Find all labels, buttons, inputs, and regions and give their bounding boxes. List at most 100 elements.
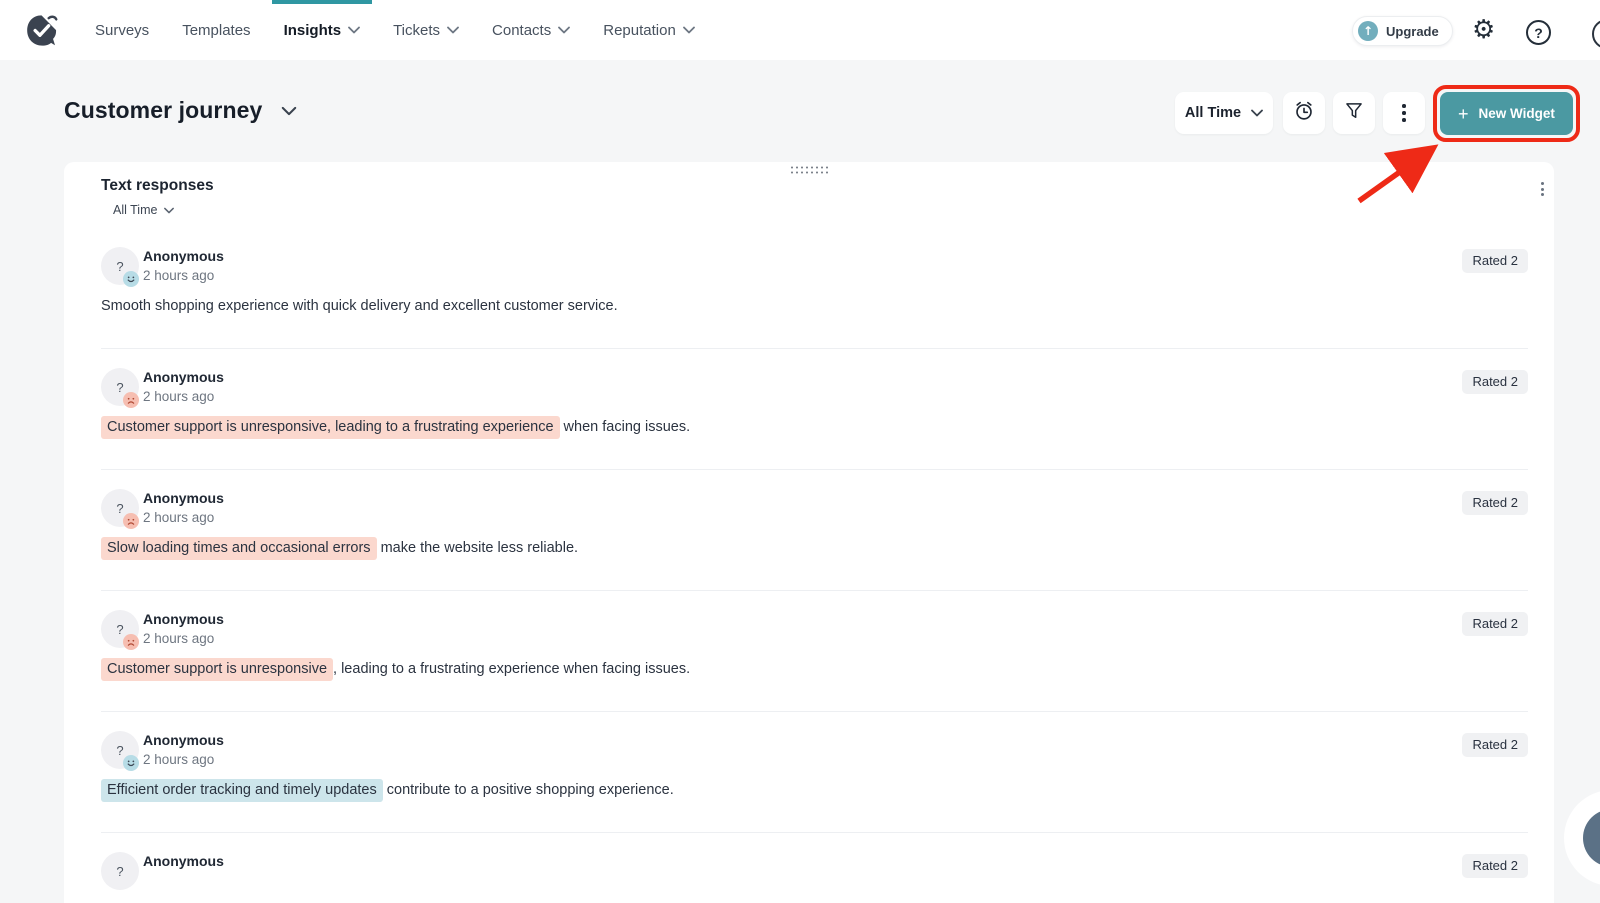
response-timestamp: 2 hours ago xyxy=(143,752,215,767)
rated-badge: Rated 2 xyxy=(1462,854,1528,878)
plus-icon: + xyxy=(1458,103,1469,124)
dashboard-title-dropdown[interactable]: Customer journey xyxy=(64,97,297,124)
response-text-segment: make the website less reliable. xyxy=(376,540,579,556)
response-item: ? Anonymous 2 hours ago Rated 2 Efficien… xyxy=(101,712,1528,833)
avatar: ? xyxy=(101,489,139,529)
response-text-segment: Smooth shopping experience with quick de… xyxy=(101,298,618,314)
upgrade-button[interactable]: ↑ Upgrade xyxy=(1352,16,1453,46)
respondent-name: Anonymous xyxy=(143,369,224,385)
response-text-segment: contribute to a positive shopping experi… xyxy=(382,782,674,798)
nav-partial-button[interactable] xyxy=(1592,19,1600,49)
nav-item-contacts[interactable]: Contacts xyxy=(490,0,572,60)
avatar: ? xyxy=(101,247,139,287)
respondent-name: Anonymous xyxy=(143,853,224,869)
nav-item-insights[interactable]: Insights xyxy=(271,0,372,60)
sentiment-emoji-icon xyxy=(123,271,139,287)
response-item: ? Anonymous 2 hours ago Rated 2 Smooth s… xyxy=(101,228,1528,349)
widget-title: Text responses xyxy=(101,177,214,194)
response-timestamp: 2 hours ago xyxy=(143,389,215,404)
avatar: ? xyxy=(101,368,139,408)
response-text: Efficient order tracking and timely upda… xyxy=(101,779,1528,802)
chevron-down-icon xyxy=(348,26,360,34)
response-item: ? Anonymous 2 hours ago Rated 2 Customer… xyxy=(101,349,1528,470)
drag-handle-icon[interactable] xyxy=(789,165,829,175)
rated-badge: Rated 2 xyxy=(1462,491,1528,515)
nav-item-reputation[interactable]: Reputation xyxy=(601,0,697,60)
response-text: Slow loading times and occasional errors… xyxy=(101,537,1528,560)
new-widget-label: New Widget xyxy=(1478,106,1555,121)
avatar-placeholder: ? xyxy=(116,258,124,274)
avatar: ? xyxy=(101,852,139,890)
time-filter-value: All Time xyxy=(1184,105,1242,121)
response-text-segment: Efficient order tracking and timely upda… xyxy=(101,779,383,802)
nav-item-templates[interactable]: Templates xyxy=(180,0,252,60)
rated-badge: Rated 2 xyxy=(1462,370,1528,394)
avatar: ? xyxy=(101,731,139,771)
top-nav: Surveys Templates Insights Tickets Conta… xyxy=(0,0,1600,60)
surveysparrow-logo-icon[interactable] xyxy=(24,13,59,48)
avatar-placeholder: ? xyxy=(116,500,124,516)
help-icon[interactable]: ? xyxy=(1526,20,1551,45)
rated-badge: Rated 2 xyxy=(1462,249,1528,273)
response-timestamp: 2 hours ago xyxy=(143,510,215,525)
sentiment-emoji-icon xyxy=(123,755,139,771)
text-responses-widget: Text responses All Time ? Anonymous 2 ho… xyxy=(64,162,1554,903)
avatar-placeholder: ? xyxy=(116,379,124,395)
new-widget-button[interactable]: + New Widget xyxy=(1440,92,1573,135)
chevron-down-icon xyxy=(447,26,459,34)
chevron-down-icon xyxy=(558,26,571,34)
nav-item-surveys[interactable]: Surveys xyxy=(93,0,151,60)
more-options-button[interactable] xyxy=(1383,92,1425,134)
response-text-segment: Customer support is unresponsive xyxy=(101,658,334,681)
response-item: ? Anonymous Rated 2 xyxy=(101,833,1528,903)
response-text-segment: Slow loading times and occasional errors xyxy=(101,537,377,560)
chevron-down-icon xyxy=(281,106,297,116)
avatar-placeholder: ? xyxy=(116,621,124,637)
response-text-segment: when facing issues. xyxy=(559,419,691,435)
nav-item-tickets[interactable]: Tickets xyxy=(391,0,461,60)
rated-badge: Rated 2 xyxy=(1462,612,1528,636)
sentiment-emoji-icon xyxy=(123,513,139,529)
nav-item-label: Tickets xyxy=(393,21,441,39)
main-nav: Surveys Templates Insights Tickets Conta… xyxy=(93,0,697,60)
rated-badge: Rated 2 xyxy=(1462,733,1528,757)
schedule-button[interactable] xyxy=(1283,92,1325,134)
nav-item-label: Insights xyxy=(283,21,342,39)
filter-button[interactable] xyxy=(1333,92,1375,134)
chevron-down-icon xyxy=(164,207,175,214)
nav-item-label: Templates xyxy=(182,21,251,39)
response-timestamp: 2 hours ago xyxy=(143,631,215,646)
response-text-segment: , leading to a frustrating experience wh… xyxy=(333,661,691,677)
upgrade-label: Upgrade xyxy=(1386,23,1439,39)
response-text: Smooth shopping experience with quick de… xyxy=(101,295,1528,318)
avatar-placeholder: ? xyxy=(116,742,124,758)
responses-list: ? Anonymous 2 hours ago Rated 2 Smooth s… xyxy=(101,228,1528,903)
nav-item-label: Surveys xyxy=(95,21,150,39)
chevron-down-icon xyxy=(1251,109,1263,117)
chevron-down-icon xyxy=(682,26,695,34)
alarm-clock-icon xyxy=(1293,100,1315,127)
widget-time-filter-value: All Time xyxy=(113,203,158,217)
page-title: Customer journey xyxy=(64,97,263,123)
respondent-name: Anonymous xyxy=(143,490,224,506)
widget-more-options-button[interactable] xyxy=(1535,178,1550,200)
annotation-highlight-ring: + New Widget xyxy=(1433,85,1580,142)
nav-item-label: Contacts xyxy=(492,21,552,39)
avatar: ? xyxy=(101,610,139,650)
time-filter-dropdown[interactable]: All Time xyxy=(1175,92,1273,134)
widget-time-filter-dropdown[interactable]: All Time xyxy=(113,203,175,217)
respondent-name: Anonymous xyxy=(143,248,224,264)
sentiment-emoji-icon xyxy=(123,634,139,650)
sentiment-emoji-icon xyxy=(123,392,139,408)
settings-gear-icon[interactable]: ⚙ xyxy=(1472,16,1495,44)
respondent-name: Anonymous xyxy=(143,611,224,627)
respondent-name: Anonymous xyxy=(143,732,224,748)
response-text: Customer support is unresponsive, leadin… xyxy=(101,416,1528,439)
upgrade-arrow-icon: ↑ xyxy=(1358,21,1378,41)
response-item: ? Anonymous 2 hours ago Rated 2 Slow loa… xyxy=(101,470,1528,591)
response-item: ? Anonymous 2 hours ago Rated 2 Customer… xyxy=(101,591,1528,712)
filter-funnel-icon xyxy=(1344,101,1364,126)
response-text-segment: Customer support is unresponsive, leadin… xyxy=(101,416,560,439)
response-timestamp: 2 hours ago xyxy=(143,268,215,283)
nav-item-label: Reputation xyxy=(603,21,676,39)
